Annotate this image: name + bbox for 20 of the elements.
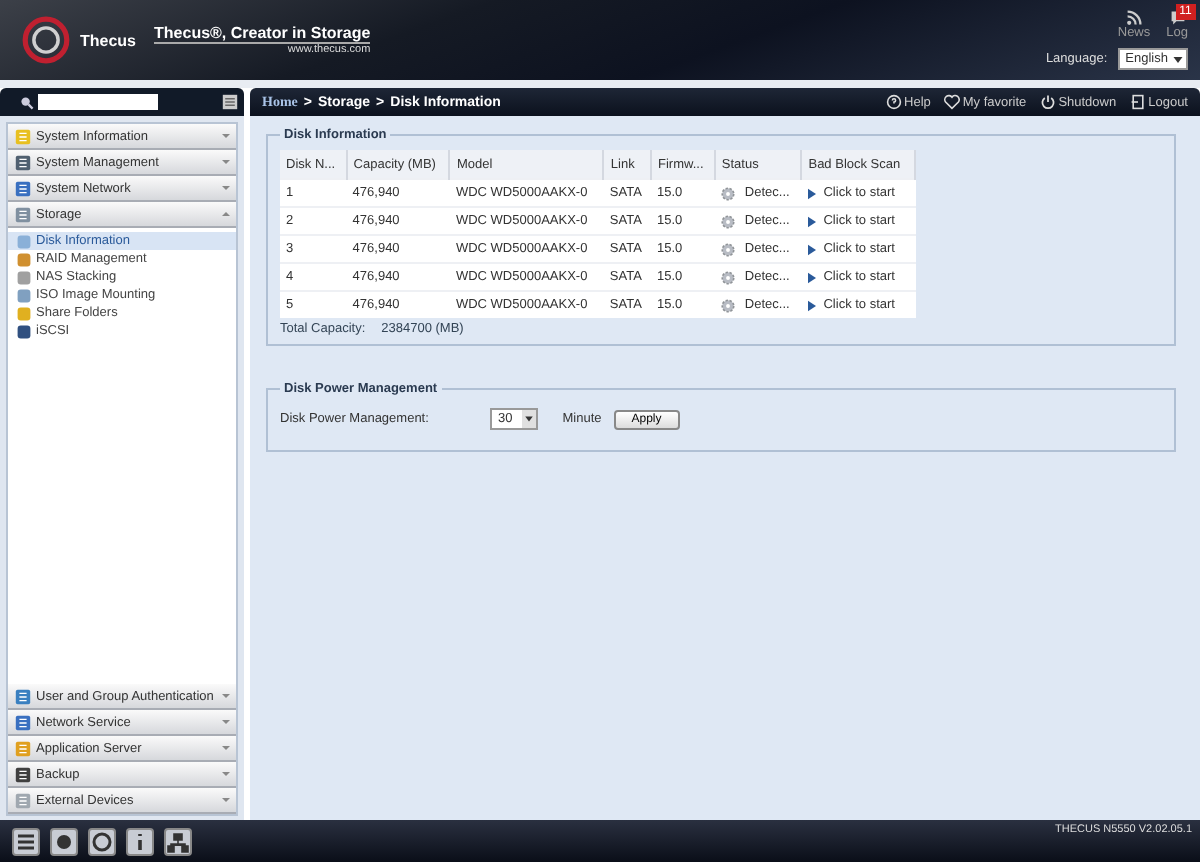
logo-swirl-icon bbox=[20, 14, 72, 66]
power-icon bbox=[1040, 94, 1057, 110]
search-field[interactable] bbox=[38, 94, 158, 110]
search-icon bbox=[20, 95, 34, 109]
dropdown-caret-icon bbox=[1172, 53, 1184, 65]
grid-icon[interactable] bbox=[222, 94, 238, 110]
list-icon[interactable] bbox=[12, 827, 40, 855]
tagline: Thecus®, Creator in Storage bbox=[154, 24, 371, 44]
dropdown-caret-icon bbox=[524, 414, 535, 424]
play-icon bbox=[807, 271, 816, 283]
logo-text: Thecus bbox=[80, 31, 137, 49]
rss-icon bbox=[1126, 10, 1142, 26]
info-icon[interactable] bbox=[126, 827, 154, 855]
heart-icon bbox=[944, 94, 961, 110]
play-icon bbox=[807, 215, 816, 227]
play-icon bbox=[807, 187, 816, 199]
play-icon bbox=[807, 243, 816, 255]
play-icon bbox=[807, 299, 816, 311]
help-icon bbox=[886, 94, 903, 110]
logout-icon bbox=[1130, 94, 1147, 110]
